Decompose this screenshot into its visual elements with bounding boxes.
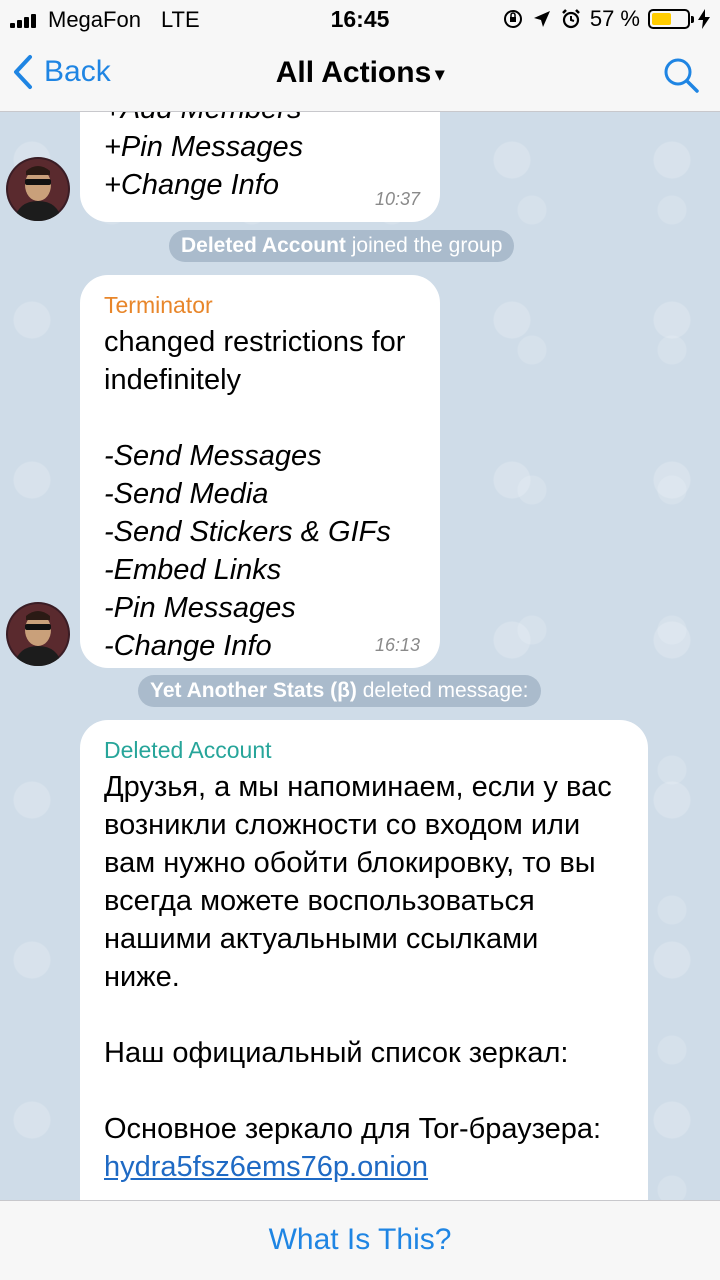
service-message: Yet Another Stats (β) deleted message: xyxy=(138,675,541,707)
sender-name[interactable]: Deleted Account xyxy=(104,736,628,764)
service-action: joined the group xyxy=(345,234,503,257)
screen-rotation-lock-icon xyxy=(503,10,522,28)
status-bar: MegaFon LTE 16:45 57 % xyxy=(0,0,720,38)
restrictions-list: -Send Messages -Send Media -Send Sticker… xyxy=(104,440,391,662)
search-button[interactable] xyxy=(662,56,700,99)
message-bubble[interactable]: +Add Members +Pin Messages +Change Info … xyxy=(80,112,440,222)
navigation-bar: Back All Actions ▾ xyxy=(0,38,720,112)
message-paragraph: Друзья, а мы напоминаем, если у вас возн… xyxy=(104,771,612,993)
location-icon xyxy=(533,11,550,27)
avatar-image xyxy=(6,157,70,221)
battery-percent: 57 % xyxy=(589,6,640,31)
status-right: 57 % xyxy=(502,6,710,32)
sender-name[interactable]: Terminator xyxy=(104,291,420,319)
avatar[interactable] xyxy=(6,602,70,666)
onion-link[interactable]: hydra5fsz6ems76p.onion xyxy=(104,1148,628,1186)
message-time: 16:13 xyxy=(374,635,420,655)
chat-area[interactable]: +Add Members +Pin Messages +Change Info … xyxy=(0,112,720,1200)
battery-fill xyxy=(652,13,672,25)
message-paragraph: Основное зеркало для Tor-браузера: xyxy=(104,1113,602,1145)
search-icon xyxy=(664,58,699,93)
bottom-bar: What Is This? xyxy=(0,1200,720,1280)
service-actor: Yet Another Stats (β) xyxy=(150,679,357,702)
message-paragraph: Наш официальный список зеркал: xyxy=(104,1037,569,1069)
what-is-this-button[interactable]: What Is This? xyxy=(269,1223,452,1257)
message-bubble[interactable]: Deleted Account Друзья, а мы напоминаем,… xyxy=(80,720,648,1200)
avatar-image xyxy=(6,602,70,666)
battery-icon xyxy=(648,9,694,29)
message-text: +Pin Messages +Change Info xyxy=(104,131,304,201)
message-bubble[interactable]: Terminator changed restrictions for inde… xyxy=(80,275,440,668)
service-action: deleted message: xyxy=(356,679,529,702)
avatar[interactable] xyxy=(6,157,70,221)
alarm-icon xyxy=(561,9,580,29)
charging-bolt-icon xyxy=(698,9,710,29)
message-text-cut: +Add Members xyxy=(104,112,420,128)
message-time: 10:37 xyxy=(374,189,420,209)
service-actor: Deleted Account xyxy=(181,234,346,257)
message-text: changed restrictions for indefinitely xyxy=(104,326,406,396)
chevron-down-icon: ▾ xyxy=(435,63,445,84)
title-dropdown[interactable]: All Actions ▾ xyxy=(0,56,720,90)
page-title: All Actions xyxy=(275,56,432,89)
service-message: Deleted Account joined the group xyxy=(169,230,515,262)
